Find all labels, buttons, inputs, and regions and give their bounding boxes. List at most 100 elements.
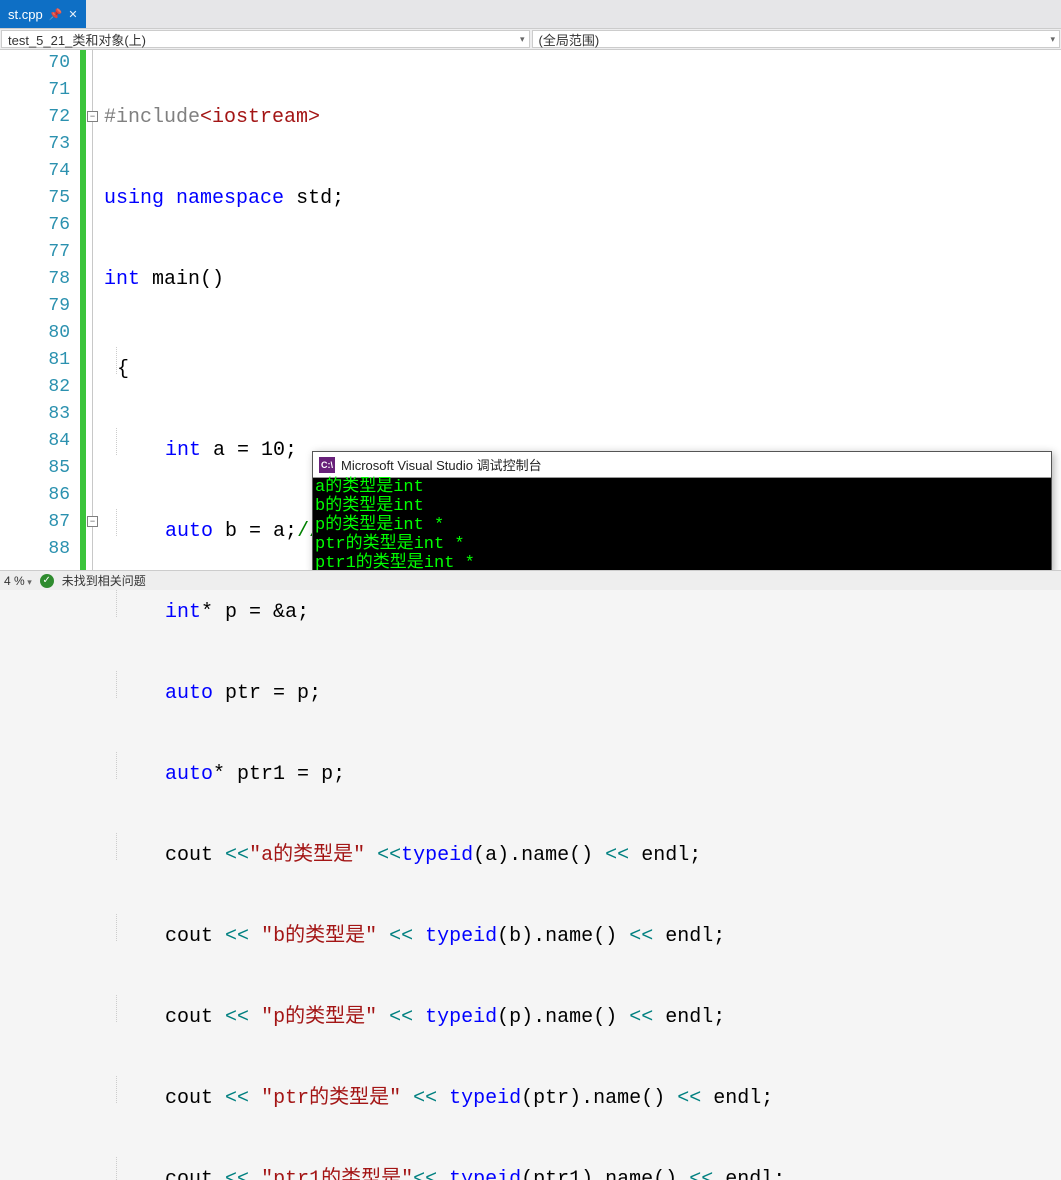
op-shl: << (677, 1087, 701, 1110)
line-number: 81 (0, 347, 80, 374)
fold-column: − − (86, 50, 104, 570)
string-lit: "p的类型是" (261, 1006, 377, 1029)
code-text: (a). (473, 844, 521, 867)
op-shl: << (413, 1168, 437, 1180)
op-shl: << (225, 1087, 249, 1110)
code-text: b = a; (213, 520, 297, 543)
code-text: * p = &a; (201, 601, 309, 624)
include-path: <iostream> (200, 106, 320, 129)
check-icon[interactable]: ✓ (40, 574, 54, 588)
file-tab[interactable]: st.cpp 📌 ✕ (0, 0, 86, 28)
fold-toggle-main[interactable]: − (87, 111, 98, 122)
fold-toggle-comment[interactable]: − (87, 516, 98, 527)
code-text: (b). (497, 925, 545, 948)
space (249, 1006, 261, 1029)
line-number: 78 (0, 266, 80, 293)
console-titlebar[interactable]: C:\ Microsoft Visual Studio 调试控制台 (313, 452, 1051, 478)
kw-int: int (104, 268, 140, 291)
console-line: p的类型是int * (315, 516, 1049, 535)
op-shl: << (605, 844, 629, 867)
space (401, 1087, 413, 1110)
line-number: 70 (0, 50, 80, 77)
op-shl: << (689, 1168, 713, 1180)
kw-int: int (165, 601, 201, 624)
tab-filename: st.cpp (8, 7, 43, 22)
kw-using: using (104, 187, 164, 210)
scope-right-label: (全局范围) (539, 30, 600, 49)
code-text: (ptr1). (521, 1168, 605, 1180)
string-lit: "a的类型是" (249, 844, 365, 867)
code-text: cout (165, 1168, 225, 1180)
code-text: () (569, 844, 605, 867)
line-number: 83 (0, 401, 80, 428)
space (377, 1006, 389, 1029)
fn-name: name (545, 1006, 593, 1029)
space (413, 1006, 425, 1029)
scope-left-dropdown[interactable]: test_5_21_类和对象(上) (1, 30, 530, 48)
kw-typeid: typeid (449, 1168, 521, 1180)
code-text: endl; (653, 1006, 725, 1029)
console-output[interactable]: a的类型是int b的类型是int p的类型是int * ptr的类型是int … (313, 478, 1051, 573)
line-number: 85 (0, 455, 80, 482)
preproc: #include (104, 106, 200, 129)
status-percent-dropdown[interactable]: 4 % (4, 574, 32, 588)
close-icon[interactable]: ✕ (68, 8, 77, 21)
code-text: endl; (713, 1168, 785, 1180)
kw-typeid: typeid (449, 1087, 521, 1110)
line-number: 87 (0, 509, 80, 536)
console-line: b的类型是int (315, 497, 1049, 516)
code-text: a = 10; (201, 439, 297, 462)
console-line: a的类型是int (315, 478, 1049, 497)
console-title-text: Microsoft Visual Studio 调试控制台 (341, 455, 542, 474)
line-number: 71 (0, 77, 80, 104)
line-number: 75 (0, 185, 80, 212)
kw-typeid: typeid (401, 844, 473, 867)
space (249, 1087, 261, 1110)
code-text: (ptr). (521, 1087, 593, 1110)
scope-right-dropdown[interactable]: (全局范围) (532, 30, 1061, 48)
fn-name: name (545, 925, 593, 948)
op-shl: << (389, 925, 413, 948)
id-std: std (296, 187, 332, 210)
code-text: ptr = p; (213, 682, 321, 705)
space (365, 844, 377, 867)
op-shl: << (629, 1006, 653, 1029)
pin-icon[interactable]: 📌 (49, 8, 63, 21)
op-shl: << (389, 1006, 413, 1029)
code-text: cout (165, 925, 225, 948)
string-lit: "ptr1的类型是" (261, 1168, 413, 1180)
scope-bar: test_5_21_类和对象(上) (全局范围) (0, 28, 1061, 50)
op-shl: << (225, 1168, 249, 1180)
space (377, 925, 389, 948)
string-lit: "b的类型是" (261, 925, 377, 948)
line-number: 72 (0, 104, 80, 131)
parens: () (200, 268, 224, 291)
line-number: 80 (0, 320, 80, 347)
op-shl: << (225, 925, 249, 948)
kw-auto: auto (165, 763, 213, 786)
line-number: 76 (0, 212, 80, 239)
scope-left-label: test_5_21_类和对象(上) (8, 30, 146, 49)
fn-name: name (605, 1168, 653, 1180)
code-text: cout (165, 1087, 225, 1110)
space (249, 1168, 261, 1180)
line-number: 74 (0, 158, 80, 185)
kw-auto: auto (165, 520, 213, 543)
line-number-gutter: 70717273747576777879808182838485868788 (0, 50, 80, 570)
line-number: 88 (0, 536, 80, 563)
debug-console-window[interactable]: C:\ Microsoft Visual Studio 调试控制台 a的类型是i… (312, 451, 1052, 573)
op-shl: << (413, 1087, 437, 1110)
code-text: () (593, 1006, 629, 1029)
space (249, 925, 261, 948)
op-shl: << (377, 844, 401, 867)
code-text: (p). (497, 1006, 545, 1029)
line-number: 73 (0, 131, 80, 158)
semicolon: ; (332, 187, 344, 210)
space (437, 1087, 449, 1110)
kw-int: int (165, 439, 201, 462)
code-text: () (653, 1168, 689, 1180)
code-text: endl; (629, 844, 701, 867)
line-number: 79 (0, 293, 80, 320)
code-text: endl; (653, 925, 725, 948)
kw-typeid: typeid (425, 1006, 497, 1029)
